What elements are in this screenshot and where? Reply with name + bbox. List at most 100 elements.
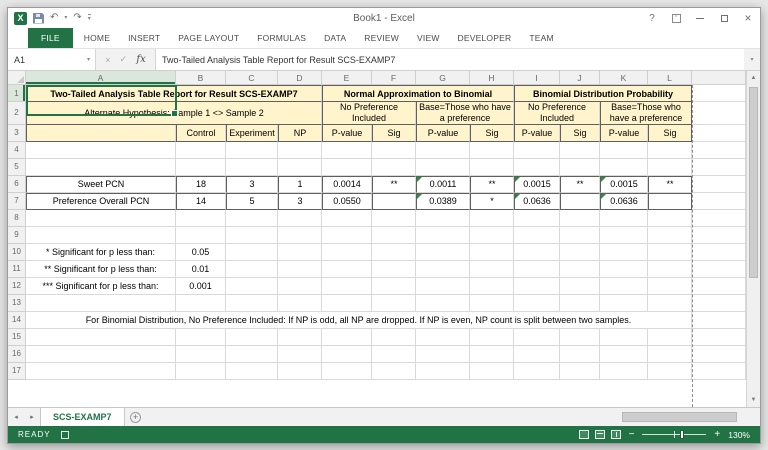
empty-cell[interactable] (176, 227, 226, 244)
row-header-13[interactable]: 13 (8, 295, 26, 312)
cell-note-label[interactable]: ** Significant for p less than: (26, 261, 176, 278)
empty-cell[interactable] (278, 363, 322, 380)
empty-cell[interactable] (692, 312, 746, 329)
redo-icon[interactable]: ↷ (73, 13, 81, 23)
cell-experiment[interactable]: 3 (226, 176, 278, 193)
qat-customize-icon[interactable]: ▾ (88, 14, 91, 22)
cell-sig[interactable] (372, 193, 416, 210)
empty-cell[interactable] (322, 295, 372, 312)
cell-row-label[interactable]: Sweet PCN (26, 176, 176, 193)
row-header-7[interactable]: 7 (8, 193, 26, 210)
empty-cell[interactable] (648, 346, 692, 363)
empty-cell[interactable] (416, 278, 470, 295)
vertical-scrollbar-track[interactable] (747, 85, 760, 393)
empty-cell[interactable] (416, 227, 470, 244)
empty-cell[interactable] (322, 159, 372, 176)
ribbon-tab-insert[interactable]: INSERT (119, 28, 169, 48)
insert-function-icon[interactable]: fx (136, 54, 145, 65)
empty-cell[interactable] (560, 142, 600, 159)
empty-cell[interactable] (470, 278, 514, 295)
empty-cell[interactable] (278, 329, 322, 346)
cell-header-pvalue[interactable]: P-value (322, 125, 372, 142)
cell-sig[interactable]: ** (648, 176, 692, 193)
empty-cell[interactable] (278, 261, 322, 278)
cell-footnote[interactable]: For Binomial Distribution, No Preference… (26, 312, 692, 329)
empty-cell[interactable] (692, 295, 746, 312)
cell-sub-base-1[interactable]: Base=Those who have a preference (416, 102, 514, 125)
cell-header-pvalue[interactable]: P-value (600, 125, 648, 142)
empty-cell[interactable] (176, 142, 226, 159)
empty-cell[interactable] (372, 159, 416, 176)
ribbon-tab-review[interactable]: REVIEW (355, 28, 408, 48)
column-header-f[interactable]: F (372, 71, 416, 85)
empty-cell[interactable] (692, 227, 746, 244)
sheet-tab-active[interactable]: SCS-EXAMP7 (40, 408, 125, 426)
empty-cell[interactable] (514, 295, 560, 312)
cell-header-np[interactable]: NP (278, 125, 322, 142)
empty-cell[interactable] (648, 329, 692, 346)
zoom-out-icon[interactable]: − (627, 430, 637, 440)
row-header-15[interactable]: 15 (8, 329, 26, 346)
empty-cell[interactable] (692, 210, 746, 227)
vertical-scrollbar[interactable]: ▲ ▼ (746, 71, 760, 407)
cell-pvalue[interactable]: 0.0389 (416, 193, 470, 210)
scroll-down-icon[interactable]: ▼ (747, 393, 760, 407)
row-header-9[interactable]: 9 (8, 227, 26, 244)
empty-cell[interactable] (278, 295, 322, 312)
select-all-corner[interactable] (8, 71, 26, 85)
horizontal-scrollbar-thumb[interactable] (622, 412, 738, 422)
empty-cell[interactable] (648, 210, 692, 227)
empty-cell[interactable] (278, 227, 322, 244)
empty-cell[interactable] (470, 261, 514, 278)
cell-section-normal[interactable]: Normal Approximation to Binomial (322, 85, 514, 102)
empty-cell[interactable] (176, 295, 226, 312)
zoom-slider[interactable] (642, 434, 706, 435)
empty-cell[interactable] (372, 142, 416, 159)
cancel-icon[interactable]: × (105, 55, 110, 65)
cell-pvalue[interactable]: 0.0011 (416, 176, 470, 193)
empty-cell[interactable] (226, 210, 278, 227)
cell-pvalue[interactable]: 0.0014 (322, 176, 372, 193)
cell-row-label[interactable]: Preference Overall PCN (26, 193, 176, 210)
empty-cell[interactable] (278, 244, 322, 261)
ribbon-tab-formulas[interactable]: FORMULAS (248, 28, 315, 48)
column-header-l[interactable]: L (648, 71, 692, 85)
empty-cell[interactable] (26, 210, 176, 227)
empty-cell[interactable] (560, 329, 600, 346)
empty-cell[interactable] (470, 227, 514, 244)
empty-cell[interactable] (416, 295, 470, 312)
cell-header-experiment[interactable]: Experiment (226, 125, 278, 142)
empty-cell[interactable] (322, 278, 372, 295)
empty-cell[interactable] (692, 278, 746, 295)
empty-cell[interactable] (26, 227, 176, 244)
empty-cell[interactable] (416, 210, 470, 227)
row-header-5[interactable]: 5 (8, 159, 26, 176)
empty-cell[interactable] (26, 295, 176, 312)
empty-cell[interactable] (226, 261, 278, 278)
empty-cell[interactable] (372, 295, 416, 312)
row-header-8[interactable]: 8 (8, 210, 26, 227)
empty-cell[interactable] (416, 346, 470, 363)
empty-cell[interactable] (560, 295, 600, 312)
column-header-j[interactable]: J (560, 71, 600, 85)
row-header-12[interactable]: 12 (8, 278, 26, 295)
cell-np[interactable]: 3 (278, 193, 322, 210)
cell-sig[interactable]: ** (560, 176, 600, 193)
cell-sub-base-2[interactable]: Base=Those who have a preference (600, 102, 692, 125)
row-header-14[interactable]: 14 (8, 312, 26, 329)
empty-cell[interactable] (226, 159, 278, 176)
empty-cell[interactable] (226, 142, 278, 159)
empty-cell[interactable] (560, 346, 600, 363)
empty-cell[interactable] (600, 261, 648, 278)
empty-cell[interactable] (322, 244, 372, 261)
new-sheet-button[interactable]: + (125, 408, 147, 426)
empty-cell[interactable] (514, 278, 560, 295)
column-header-a[interactable]: A (26, 71, 176, 85)
empty-cell[interactable] (600, 278, 648, 295)
empty-cell[interactable] (648, 363, 692, 380)
column-header-b[interactable]: B (176, 71, 226, 85)
ribbon-tab-developer[interactable]: DEVELOPER (449, 28, 521, 48)
restore-button[interactable] (712, 8, 736, 28)
empty-cell[interactable] (514, 227, 560, 244)
row-header-6[interactable]: 6 (8, 176, 26, 193)
